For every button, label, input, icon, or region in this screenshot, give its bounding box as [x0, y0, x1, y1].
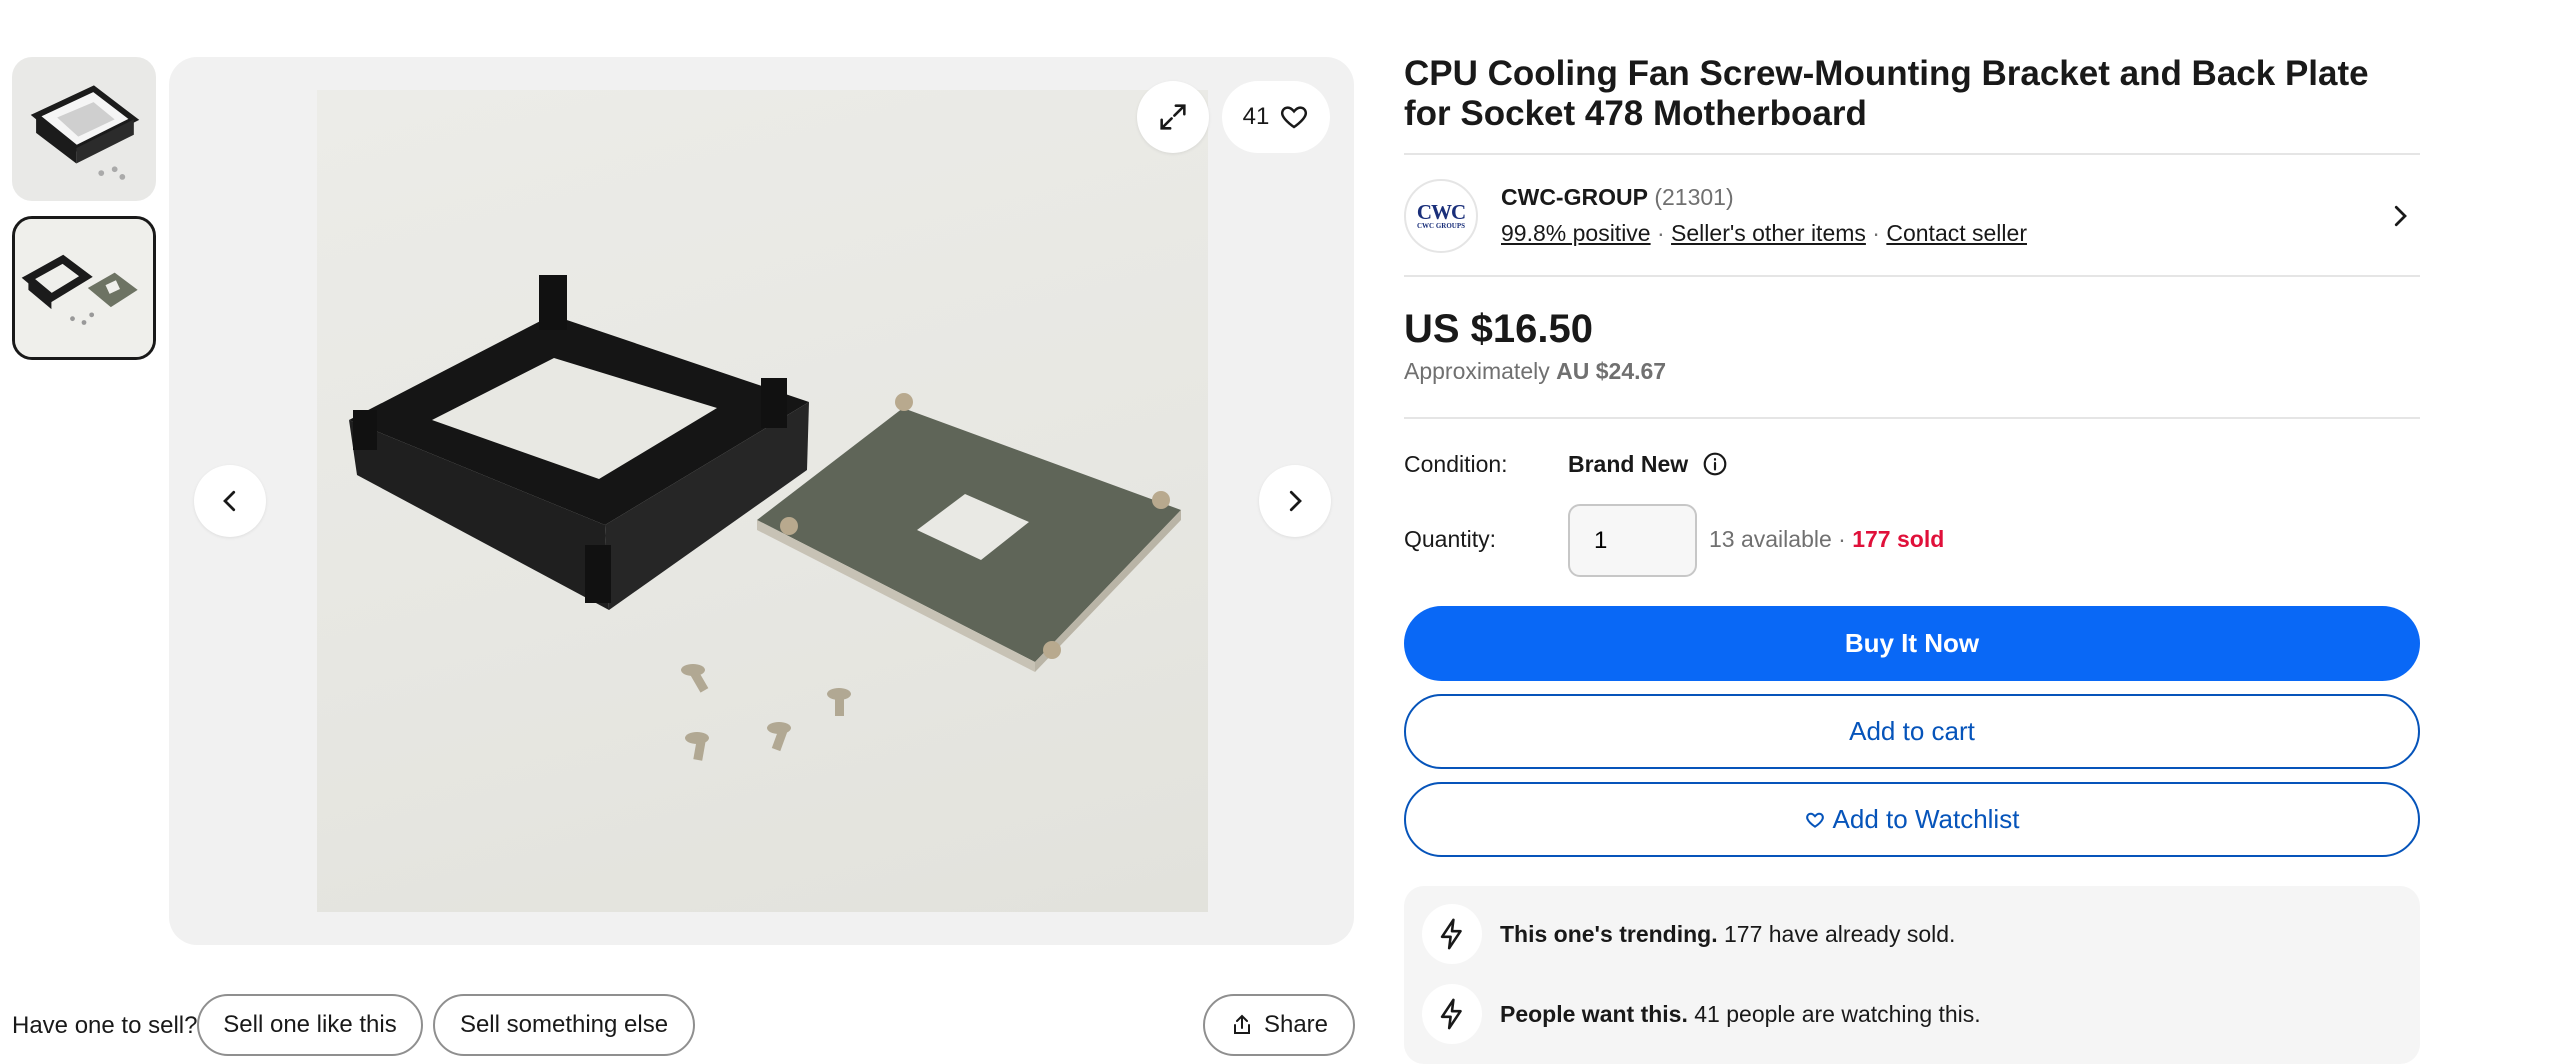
seller-logo-subtext: CWC GROUPS [1416, 221, 1466, 230]
availability: 13 available · 177 sold [1709, 524, 1944, 554]
seller-links: 99.8% positive · Seller's other items · … [1501, 218, 2027, 248]
separator: · [1872, 220, 1880, 246]
product-photo [317, 90, 1208, 912]
thumbnail-2[interactable] [12, 216, 156, 360]
share-button[interactable]: Share [1203, 994, 1355, 1056]
buy-it-now-button[interactable]: Buy It Now [1404, 606, 2420, 681]
watch-count-button[interactable]: 41 [1222, 81, 1330, 153]
signal-bold: This one's trending. [1500, 920, 1718, 947]
approx-prefix: Approximately [1404, 358, 1550, 384]
add-to-cart-button[interactable]: Add to cart [1404, 694, 2420, 769]
urgency-signals: This one's trending. 177 have already so… [1404, 886, 2420, 1064]
lightning-icon [1422, 984, 1482, 1044]
add-to-watchlist-button[interactable]: Add to Watchlist [1404, 782, 2420, 857]
seller-name[interactable]: CWC-GROUP [1501, 184, 1648, 210]
seller-name-row: CWC-GROUP (21301) [1501, 182, 1734, 212]
divider [1404, 153, 2420, 155]
contact-seller-link[interactable]: Contact seller [1886, 220, 2027, 246]
heart-icon [1281, 106, 1308, 129]
chevron-right-icon[interactable] [2385, 201, 2415, 231]
divider [1404, 417, 2420, 419]
sell-something-else-button[interactable]: Sell something else [433, 994, 695, 1056]
signal-bold: People want this. [1500, 1000, 1688, 1027]
sell-one-like-this-button[interactable]: Sell one like this [197, 994, 423, 1056]
trending-signal: This one's trending. 177 have already so… [1422, 904, 1955, 964]
sold-count: 177 sold [1852, 526, 1945, 552]
chevron-left-icon [223, 490, 236, 512]
watching-signal: People want this. 41 people are watching… [1422, 984, 1981, 1044]
chevron-right-icon [1289, 490, 1302, 512]
seller-feedback-score: (21301) [1654, 184, 1734, 210]
seller-other-items-link[interactable]: Seller's other items [1671, 220, 1866, 246]
approx-value: AU $24.67 [1556, 358, 1667, 384]
condition-label: Condition: [1404, 451, 1508, 477]
available-count: 13 available [1709, 526, 1832, 552]
approximate-price: Approximately AU $24.67 [1404, 356, 1666, 386]
quantity-label: Quantity: [1404, 526, 1497, 552]
image-gallery: 41 [169, 57, 1354, 945]
separator: · [1838, 526, 1846, 552]
seller-logo-text: CWC [1416, 199, 1466, 224]
lightning-icon [1422, 904, 1482, 964]
heart-icon [1805, 812, 1824, 828]
seller-logo[interactable]: CWC CWC GROUPS [1404, 179, 1478, 253]
next-image-button[interactable] [1259, 465, 1331, 537]
expand-icon [1160, 104, 1186, 130]
watch-count: 41 [1242, 103, 1270, 130]
previous-image-button[interactable] [194, 465, 266, 537]
add-to-watchlist-label: Add to Watchlist [1832, 804, 2020, 834]
signal-text: 41 people are watching this. [1694, 1000, 1981, 1027]
quantity-input[interactable] [1568, 504, 1697, 577]
divider [1404, 275, 2420, 277]
share-label: Share [1263, 1011, 1329, 1038]
signal-text: 177 have already sold. [1723, 920, 1956, 947]
share-icon [1233, 1014, 1250, 1034]
sell-prompt: Have one to sell? [12, 1012, 198, 1039]
item-title: CPU Cooling Fan Screw-Mounting Bracket a… [1404, 54, 2369, 133]
condition-value: Brand New [1568, 451, 1689, 477]
item-price: US $16.50 [1404, 307, 1594, 351]
seller-positive-link[interactable]: 99.8% positive [1501, 220, 1651, 246]
separator: · [1656, 220, 1665, 246]
info-icon[interactable] [1702, 451, 1728, 477]
expand-button[interactable] [1137, 81, 1209, 153]
thumbnail-1[interactable] [12, 57, 156, 201]
condition-value-row: Brand New [1568, 449, 1728, 479]
